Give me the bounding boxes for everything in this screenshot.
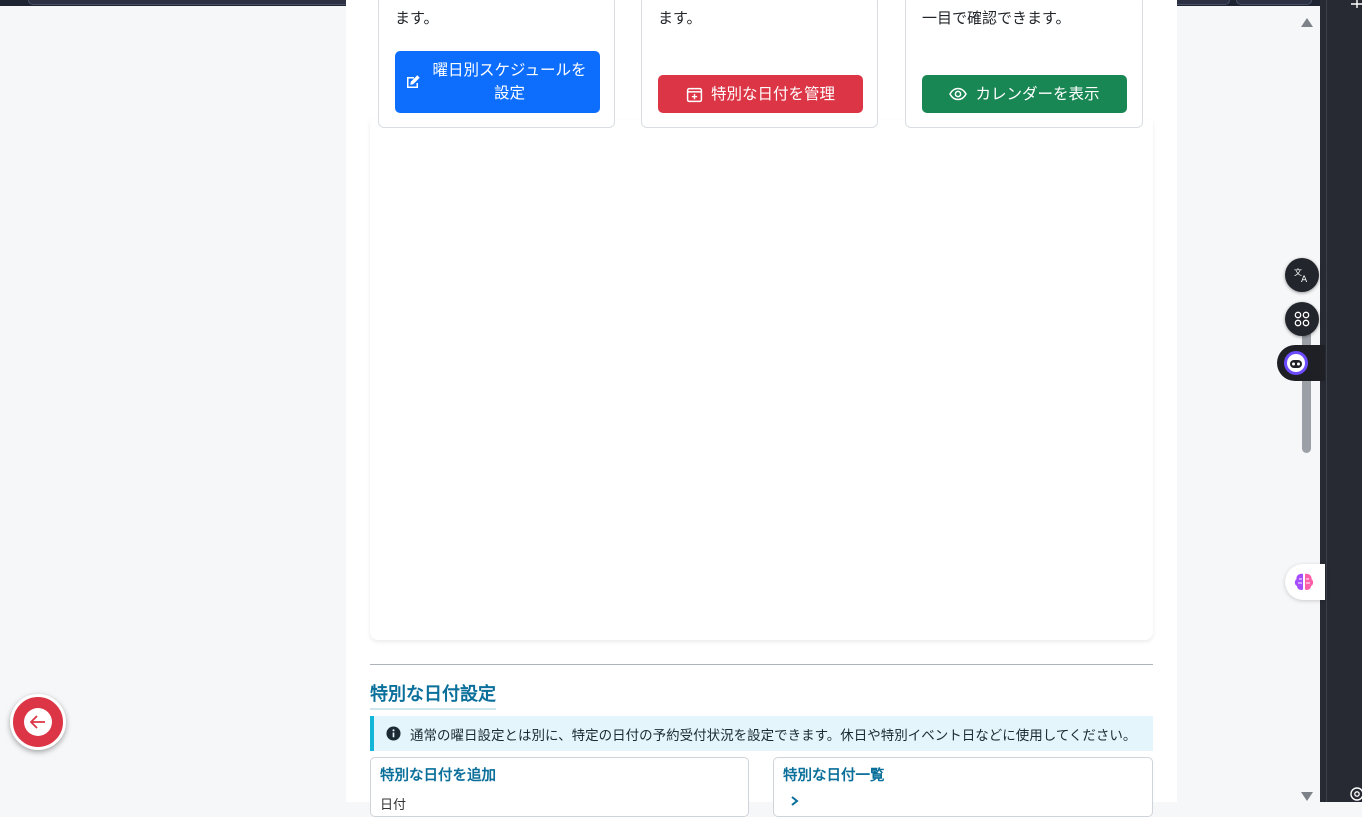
show-calendar-button[interactable]: カレンダーを表示 (922, 75, 1127, 113)
special-date-list-title: 特別な日付一覧 (783, 768, 885, 784)
browser-side-panel (1320, 0, 1362, 802)
show-calendar-button-label: カレンダーを表示 (975, 84, 1100, 103)
side-panel-divider (1326, 0, 1327, 802)
special-dates-card: ます。 特別な日付を管理 (641, 0, 878, 128)
info-icon (386, 726, 401, 741)
assistant-robot-icon[interactable] (1277, 345, 1325, 381)
toolbar-button-edge (1236, 0, 1312, 5)
main-content: ます。 曜日別スケジュールを設定 ます。 特別な日付を管理 一目で確認できます。 (346, 0, 1177, 817)
translate-icon[interactable]: 文A (1285, 258, 1319, 292)
info-alert: 通常の曜日設定とは別に、特定の日付の予約受付状況を設定できます。休日や特別イベン… (370, 716, 1153, 751)
arrow-left-icon (24, 708, 52, 736)
gear-icon[interactable] (1348, 782, 1362, 802)
weekday-schedule-button[interactable]: 曜日別スケジュールを設定 (395, 51, 600, 113)
card-description: 一目で確認できます。 (922, 9, 1071, 27)
chevron-right-icon[interactable] (790, 796, 800, 806)
date-field-label: 日付 (380, 798, 407, 813)
calendar-panel (370, 120, 1153, 640)
add-special-date-title: 特別な日付を追加 (380, 768, 496, 784)
page-scrollbar[interactable] (1298, 8, 1316, 802)
back-button[interactable] (10, 694, 66, 750)
special-date-list-panel: 特別な日付一覧 (773, 757, 1153, 817)
manage-special-dates-button[interactable]: 特別な日付を管理 (658, 75, 863, 113)
edit-icon (405, 74, 421, 90)
section-divider (370, 664, 1153, 665)
weekday-schedule-card: ます。 曜日別スケジュールを設定 (378, 0, 615, 128)
calendar-plus-icon (686, 86, 703, 103)
calendar-card: 一目で確認できます。 カレンダーを表示 (905, 0, 1143, 128)
apps-icon[interactable] (1285, 302, 1319, 336)
brain-icon[interactable] (1285, 564, 1325, 600)
card-description: ます。 (658, 9, 702, 27)
eye-icon (949, 87, 968, 101)
plus-icon[interactable] (1351, 0, 1362, 8)
weekday-schedule-button-label: 曜日別スケジュールを設定 (432, 61, 587, 102)
add-special-date-panel: 特別な日付を追加 日付 (370, 757, 749, 817)
action-cards: ます。 曜日別スケジュールを設定 ます。 特別な日付を管理 一目で確認できます。 (378, 0, 1144, 128)
scroll-down-arrow-icon[interactable] (1301, 792, 1313, 801)
card-description: ます。 (395, 9, 439, 27)
svg-text:A: A (1301, 275, 1308, 284)
info-alert-text: 通常の曜日設定とは別に、特定の日付の予約受付状況を設定できます。休日や特別イベン… (410, 727, 1137, 744)
manage-special-dates-button-label: 特別な日付を管理 (710, 84, 835, 103)
scroll-up-arrow-icon[interactable] (1301, 18, 1313, 27)
special-dates-title: 特別な日付設定 (370, 680, 496, 710)
